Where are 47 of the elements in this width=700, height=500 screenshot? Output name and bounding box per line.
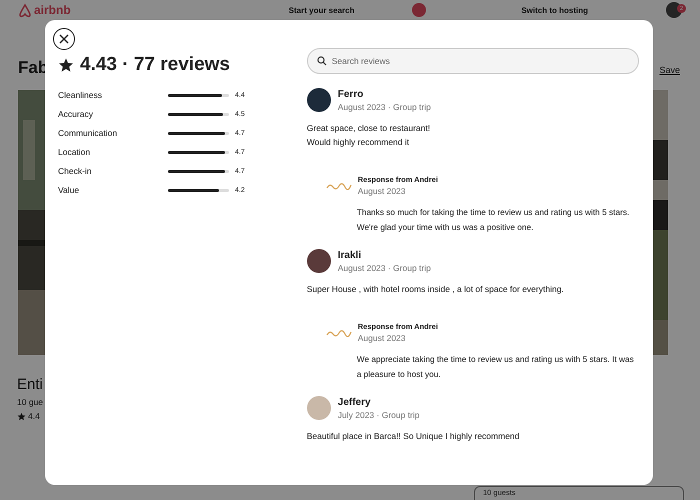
search-bar[interactable]: Start your search [288, 6, 354, 14]
category-label: Check-in [58, 166, 93, 176]
rating-bar [168, 188, 229, 192]
review-text: Super House , with hotel rooms inside , a lot of space for everything. [306, 283, 565, 296]
category-label: Cleanliness [58, 90, 103, 100]
response-text: Thanks so much for taking the time to review us and rating us with 5 stars. We're glad your time with us was a positive one. [356, 206, 630, 234]
close-icon [59, 34, 69, 44]
listing-rating: 4.4 [28, 411, 40, 421]
reviewer-name: Ferro [338, 88, 364, 100]
review-text: Beautiful place in Barca!! So Unique I highly recommend [306, 430, 520, 443]
rating-bar [168, 94, 229, 96]
response-date: August 2023 [358, 186, 406, 196]
star-icon [17, 412, 26, 420]
avatar[interactable] [306, 88, 331, 112]
category-label: Accuracy [58, 109, 94, 119]
rating-bar [168, 112, 229, 116]
rating-summary: 4.43 · 77 reviews [80, 54, 230, 76]
review-date: July 2023 · Group trip [338, 410, 420, 420]
logo-text: airbnb [34, 3, 71, 17]
listing-heading: Enti [17, 376, 43, 393]
host-link[interactable]: Switch to hosting [521, 6, 588, 14]
review-date: August 2023 · Group trip [338, 262, 431, 272]
star-icon [58, 57, 74, 73]
close-button[interactable] [53, 28, 75, 50]
rating-bar [168, 132, 229, 134]
logo[interactable]: airbnb [18, 2, 71, 18]
search-button[interactable] [412, 3, 426, 17]
reviewer-name: Jeffery [338, 396, 372, 408]
reviewer-name: Irakli [338, 250, 362, 260]
guest-count: 10 gue [17, 397, 43, 407]
review-date: August 2023 · Group trip [338, 102, 431, 112]
rating-bar [168, 150, 229, 154]
category-label: Location [58, 147, 92, 157]
avatar[interactable] [306, 249, 331, 273]
review-text: Great space, close to restaurant! Would highly recommend it [306, 122, 432, 149]
search-field[interactable]: Search reviews [306, 48, 639, 74]
logo-icon [18, 2, 32, 18]
user-avatar[interactable] [666, 2, 682, 18]
host-logo-icon [326, 182, 352, 190]
category-label: Value [58, 185, 80, 195]
save-link[interactable]: Save [659, 65, 680, 75]
search-icon [316, 56, 327, 66]
response-text: We appreciate taking the time to review us and rating us with 5 stars. It was a pleasure to host you. [356, 353, 635, 381]
response-date: August 2023 [358, 333, 406, 343]
host-logo-icon [326, 328, 352, 336]
category-label: Communication [58, 128, 118, 138]
rating-bar [168, 170, 229, 172]
